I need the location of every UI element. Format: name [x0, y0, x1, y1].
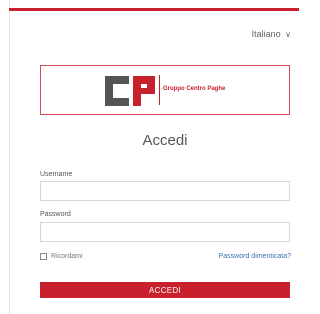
password-label: Password [40, 211, 71, 218]
page-title: Accedi [142, 132, 188, 149]
username-label: Username [40, 171, 73, 178]
username-input[interactable] [40, 181, 290, 201]
remember-me-checkbox[interactable]: Ricordami [40, 253, 83, 260]
logo-mark-icon [105, 76, 155, 106]
language-selector[interactable]: Italiano ∨ [252, 29, 291, 39]
top-accent-bar [9, 8, 299, 11]
forgot-password-link[interactable]: Password dimenticata? [219, 253, 291, 260]
chevron-down-icon: ∨ [285, 30, 291, 39]
checkbox-icon[interactable] [40, 253, 47, 260]
login-button[interactable]: ACCEDI [40, 282, 290, 298]
logo-brand-text: Gruppo Centro Paghe [163, 86, 226, 92]
left-border [9, 0, 10, 314]
remember-me-label: Ricordami [51, 253, 83, 260]
company-logo: Gruppo Centro Paghe [40, 65, 290, 115]
language-label: Italiano [251, 29, 281, 39]
logo-divider [159, 75, 160, 105]
password-input[interactable] [40, 222, 290, 242]
